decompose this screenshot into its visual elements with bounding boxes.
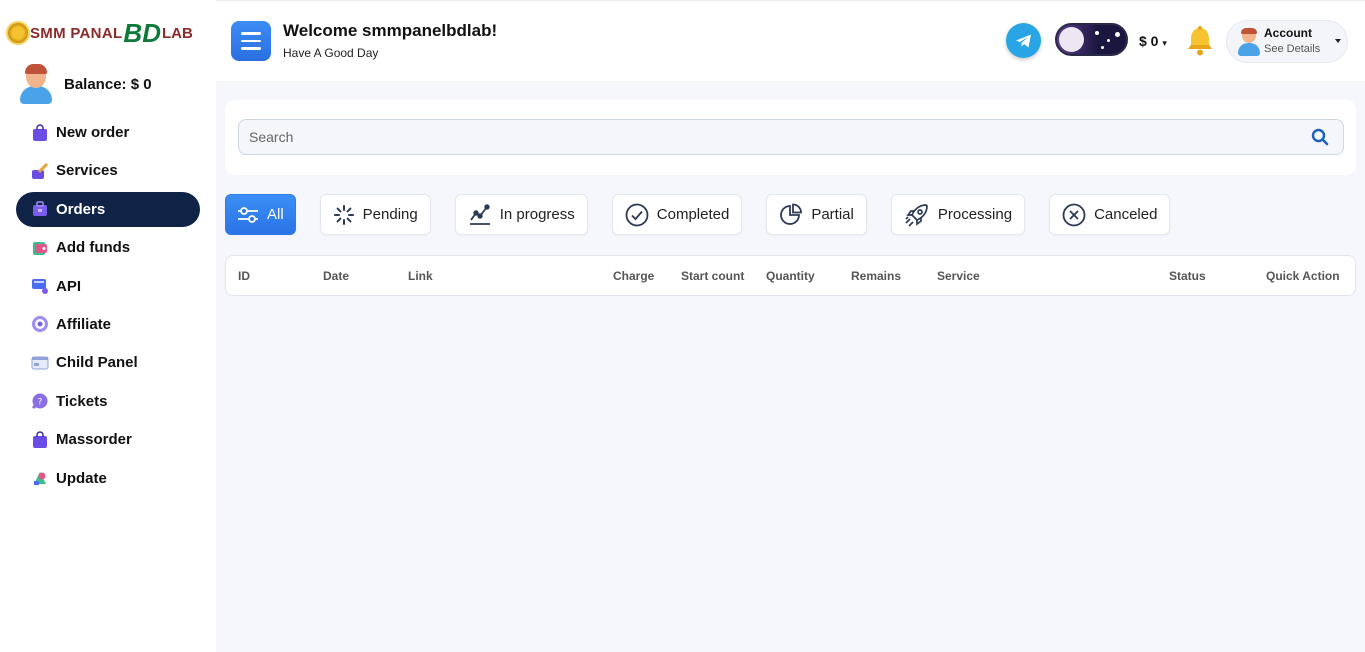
header-balance: $ 0 <box>1139 33 1159 49</box>
sidebar-item-add-funds[interactable]: Add funds <box>16 230 200 265</box>
sidebar-item-label: Services <box>56 162 118 180</box>
shopping-bag-icon <box>33 430 47 448</box>
avatar <box>1237 28 1261 56</box>
sidebar-item-services[interactable]: Services <box>16 153 200 188</box>
filter-in-progress[interactable]: In progress <box>454 194 588 235</box>
update-icon <box>34 472 46 486</box>
sidebar-item-label: Child Panel <box>56 354 138 372</box>
spinner-icon <box>333 204 354 225</box>
chevron-down-icon: ▾ <box>1162 38 1167 48</box>
sliders-icon <box>238 206 258 223</box>
account-dropdown[interactable]: Account See Details <box>1226 20 1348 63</box>
column-header-status: Status <box>1169 269 1206 283</box>
api-icon <box>32 279 48 295</box>
moon-icon <box>1059 27 1084 52</box>
search-card <box>225 100 1356 175</box>
sidebar-item-api[interactable]: API <box>16 269 200 304</box>
sidebar-item-child-panel[interactable]: Child Panel <box>16 345 200 380</box>
sidebar-item-tickets[interactable]: ? Tickets <box>16 384 200 419</box>
sidebar-item-label: API <box>56 277 82 295</box>
brand-logo[interactable]: SMM PANAL BD LAB <box>8 18 193 48</box>
sidebar-balance: Balance: $ 0 <box>18 64 152 104</box>
filter-label: All <box>267 206 284 223</box>
filter-label: Pending <box>362 206 418 223</box>
filter-label: Canceled <box>1094 206 1158 223</box>
currency-dropdown[interactable]: $ 0 ▾ <box>1139 33 1167 49</box>
check-circle-icon <box>625 203 649 226</box>
filter-canceled[interactable]: Canceled <box>1049 194 1171 235</box>
sidebar-menu: New order Services Orders Add funds API … <box>16 115 200 499</box>
logo-text-left: SMM PANAL <box>30 24 123 42</box>
sidebar-item-update[interactable]: Update <box>16 461 200 496</box>
column-header-charge: Charge <box>613 269 655 283</box>
column-header-link: Link <box>408 269 433 283</box>
avatar <box>18 64 54 104</box>
sun-logo-icon <box>8 23 28 43</box>
search-box <box>238 119 1344 155</box>
page-title: Welcome smmpanelbdlab! <box>283 21 498 40</box>
filter-label: Partial <box>811 206 854 223</box>
status-filters: All Pending In progress Completed Partia… <box>225 194 1194 235</box>
rocket-icon <box>905 203 928 227</box>
column-header-start-count: Start count <box>681 269 745 283</box>
welcome-block: Welcome smmpanelbdlab! Have A Good Day <box>283 21 497 60</box>
filter-partial[interactable]: Partial <box>766 194 867 235</box>
logo-text-right: LAB <box>161 24 193 42</box>
sidebar-item-orders[interactable]: Orders <box>16 191 200 227</box>
filter-all[interactable]: All <box>225 194 296 235</box>
logo-text-mid: BD <box>123 18 161 48</box>
column-header-remains: Remains <box>851 269 902 283</box>
menu-toggle-button[interactable] <box>231 21 271 61</box>
search-input[interactable] <box>249 120 1299 154</box>
hamburger-icon <box>241 32 261 35</box>
sidebar-item-label: Affiliate <box>56 315 112 333</box>
telegram-button[interactable] <box>1006 23 1041 58</box>
sidebar-item-label: Massorder <box>56 431 132 449</box>
shopping-bag-icon <box>33 123 47 141</box>
pie-icon <box>780 203 803 225</box>
filter-pending[interactable]: Pending <box>319 194 431 235</box>
chart-line-icon <box>469 203 490 225</box>
filter-processing[interactable]: Processing <box>890 194 1026 235</box>
services-icon <box>32 162 49 179</box>
sidebar-item-label: Update <box>56 469 107 487</box>
filter-label: Completed <box>656 206 730 223</box>
filter-label: Processing <box>937 206 1013 223</box>
sidebar-item-massorder[interactable]: Massorder <box>16 422 200 457</box>
account-subtitle: See Details <box>1264 43 1321 55</box>
filter-label: In progress <box>499 206 575 223</box>
filter-completed[interactable]: Completed <box>611 194 743 235</box>
sidebar-item-label: Orders <box>56 200 106 218</box>
orders-icon <box>33 201 47 217</box>
x-circle-icon <box>1062 203 1086 226</box>
column-header-quick-action: Quick Action <box>1266 269 1340 283</box>
account-title: Account <box>1264 26 1312 40</box>
column-header-quantity: Quantity <box>766 269 815 283</box>
sidebar-item-new-order[interactable]: New order <box>16 115 200 150</box>
panel-icon <box>31 356 49 370</box>
chevron-down-icon <box>1335 39 1341 43</box>
telegram-icon <box>1015 34 1031 47</box>
chat-icon: ? <box>31 393 48 410</box>
bell-icon[interactable] <box>1185 25 1215 57</box>
wallet-icon <box>33 241 47 255</box>
sidebar-item-label: Tickets <box>56 392 108 410</box>
column-header-date: Date <box>323 269 350 283</box>
target-icon <box>32 316 48 333</box>
theme-toggle[interactable] <box>1055 23 1128 56</box>
search-icon[interactable] <box>1311 128 1329 146</box>
column-header-service: Service <box>937 269 980 283</box>
balance-label: Balance: $ 0 <box>64 75 152 93</box>
page-subtitle: Have A Good Day <box>283 46 379 60</box>
top-header: Welcome smmpanelbdlab! Have A Good Day $… <box>216 0 1365 81</box>
sidebar-item-affiliate[interactable]: Affiliate <box>16 307 200 342</box>
sidebar: SMM PANAL BD LAB Balance: $ 0 New order … <box>0 0 216 652</box>
column-header-id: ID <box>238 269 250 283</box>
sidebar-item-label: Add funds <box>56 239 131 257</box>
orders-table-header: ID Date Link Charge Start count Quantity… <box>225 255 1356 296</box>
sidebar-item-label: New order <box>56 124 130 141</box>
svg-text:?: ? <box>38 398 43 408</box>
